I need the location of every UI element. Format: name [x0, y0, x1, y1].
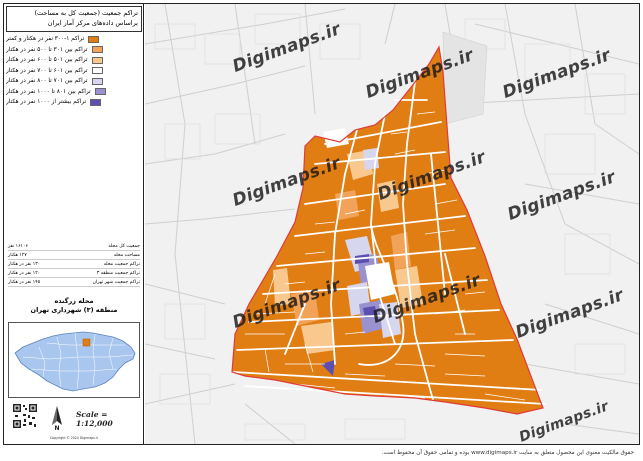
north-label: N — [54, 425, 59, 431]
stat-row: جمعیت کل محله ۱۶۱۰۶ نفر — [8, 242, 140, 251]
stat-value: ۱۶۱۰۶ نفر — [8, 244, 28, 249]
legend-swatch — [91, 67, 103, 75]
copyright-footer: حقوق مالکیت معنوی این محصول متعلق به سای… — [381, 450, 634, 456]
legend-item: تراکم ۱-۳۰۰ نفر در هکتار و کمتر — [6, 34, 142, 45]
legend-label: تراکم بین ۶۰۱ تا ۷۰۰ نفر در هکتار — [6, 67, 88, 74]
panel-footer: Copyright © 2024 Digimaps.ir — [49, 436, 99, 440]
map-svg — [145, 4, 639, 444]
map-title: تراکم جمعیت (جمعیت کل به مساحت) براساس د… — [6, 6, 142, 32]
map-title-line2: براساس داده‌های مرکز آمار ایران — [47, 19, 138, 27]
stat-value: ۱۳۰ نفر در هکتار — [8, 262, 41, 267]
north-arrow-icon: N — [52, 406, 62, 431]
stat-label: تراکم جمعیت محله — [103, 262, 140, 267]
map-title-line1: تراکم جمعیت (جمعیت کل به مساحت) — [34, 9, 138, 17]
area-title: محله زرگنده منطقه (۳) شهرداری تهران — [8, 297, 140, 315]
legend-swatch — [91, 56, 103, 64]
stat-row: تراکم جمعیت محله ۱۳۰ نفر در هکتار — [8, 260, 140, 269]
legend-label: تراکم بیشتر از ۱۰۰۰ نفر در هکتار — [6, 99, 87, 106]
legend-label: تراکم بین ۸۰۱ تا ۱۰۰۰ نفر در هکتار — [6, 88, 91, 95]
legend-label: تراکم بین ۳۰۱ تا ۵۰۰ نفر در هکتار — [6, 46, 88, 53]
tehran-outline — [14, 331, 136, 392]
patch-peach — [301, 322, 335, 354]
stat-label: تراکم جمعیت منطقه ۳ — [96, 271, 140, 276]
district-name: منطقه (۳) شهرداری تهران — [30, 306, 118, 314]
stat-value: ۱۴۵ نفر در هکتار — [8, 280, 41, 285]
legend-item: تراکم بین ۶۰۱ تا ۷۰۰ نفر در هکتار — [6, 66, 142, 77]
legend-item: تراکم بین ۳۰۱ تا ۵۰۰ نفر در هکتار — [6, 45, 142, 56]
stat-label: مساحت محله — [113, 253, 140, 258]
legend-item: تراکم بیشتر از ۱۰۰۰ نفر در هکتار — [6, 97, 142, 108]
legend-label: تراکم ۱-۳۰۰ نفر در هکتار و کمتر — [6, 36, 85, 43]
legend-label: تراکم بین ۵۰۱ تا ۶۰۰ نفر در هکتار — [6, 57, 88, 64]
legend-item: تراکم بین ۵۰۱ تا ۶۰۰ نفر در هکتار — [6, 55, 142, 66]
legend-swatch — [91, 46, 103, 54]
legend-panel: تراکم جمعیت (جمعیت کل به مساحت) براساس د… — [4, 4, 144, 444]
stat-row: مساحت محله ۱۲۷ هکتار — [8, 251, 140, 260]
area-name: محله زرگنده — [54, 297, 94, 305]
stat-value: ۱۲۰ نفر در هکتار — [8, 271, 41, 276]
legend-item: تراکم بین ۸۰۱ تا ۱۰۰۰ نفر در هکتار — [6, 87, 142, 98]
legend-label: تراکم بین ۷۰۱ تا ۸۰۰ نفر در هکتار — [6, 78, 88, 85]
legend-swatch — [90, 98, 102, 106]
highlight-district — [82, 338, 91, 347]
legend-item: تراکم بین ۷۰۱ تا ۸۰۰ نفر در هکتار — [6, 76, 142, 87]
stat-value: ۱۲۷ هکتار — [8, 253, 27, 258]
stat-row: تراکم جمعیت شهر تهران ۱۴۵ نفر در هکتار — [8, 278, 140, 287]
legend: تراکم ۱-۳۰۰ نفر در هکتار و کمتر تراکم بی… — [6, 34, 142, 108]
green-area — [442, 31, 488, 125]
legend-swatch — [94, 88, 106, 96]
map-canvas: Digimaps.ir Digimaps.ir Digimaps.ir Digi… — [145, 4, 639, 444]
qr-code-icon — [12, 403, 38, 429]
stat-label: تراکم جمعیت شهر تهران — [92, 280, 140, 285]
stat-label: جمعیت کل محله — [108, 244, 140, 249]
legend-swatch — [88, 35, 100, 43]
legend-swatch — [91, 77, 103, 85]
scale-label: Scale = 1:12,000 — [76, 410, 113, 428]
inset-locator-map — [8, 322, 140, 398]
stat-row: تراکم جمعیت منطقه ۳ ۱۲۰ نفر در هکتار — [8, 269, 140, 278]
stats-table: جمعیت کل محله ۱۶۱۰۶ نفر مساحت محله ۱۲۷ ه… — [8, 242, 140, 287]
inset-map-svg — [14, 331, 136, 392]
